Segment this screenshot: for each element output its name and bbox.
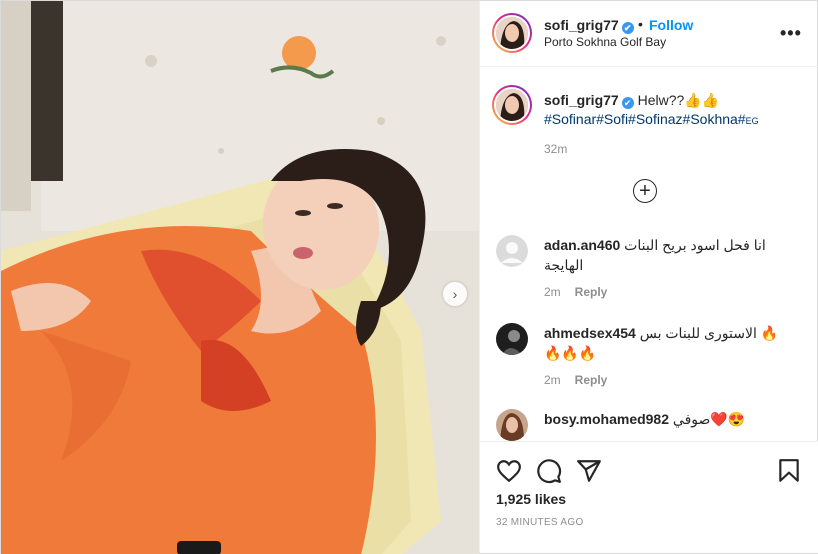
caption-text: sofi_grig77 ✔ Helw??👍👍 #Sofinar#Sofi#Sofi… [544,91,806,131]
comment-meta: 2m Reply [544,285,607,299]
avatar-image [496,89,528,121]
plus-circle-icon: + [639,180,651,202]
commenter-avatar[interactable] [496,409,528,441]
caption-hashtags[interactable]: #Sofinar#Sofi#Sofinaz#Sokhna# [544,111,746,127]
commenter-username[interactable]: adan.an460 [544,237,620,253]
comment-text: adan.an460 انا فحل اسود بريح البنات الها… [544,235,794,275]
chevron-right-icon: › [452,286,458,302]
caption-avatar[interactable] [492,85,532,125]
commenter-avatar[interactable] [496,235,528,267]
commenter-avatar[interactable] [496,323,528,355]
share-icon[interactable] [576,458,602,484]
comment-time: 2m [544,285,561,299]
post-container: › sofi_grig77 ✔ • Follow Porto Sokhna Gol… [0,0,818,554]
verified-badge-icon: ✔ [621,22,634,34]
post-photo[interactable]: › [1,1,479,554]
author-username[interactable]: sofi_grig77 ✔ [544,17,634,34]
post-timestamp[interactable]: 32 MINUTES AGO [496,517,584,528]
load-more-comments-button[interactable]: + [633,179,657,203]
avatar-image [496,409,528,441]
reply-button[interactable]: Reply [575,373,608,387]
author-username-text: sofi_grig77 [544,17,619,33]
comment-time: 2m [544,373,561,387]
avatar-image [496,323,528,355]
commenter-username[interactable]: bosy.mohamed982 [544,411,669,427]
comment-body: صوفي❤️😍 [672,411,746,427]
bookmark-icon[interactable] [776,458,802,484]
more-options-icon[interactable]: ••• [780,23,802,44]
country-flag: EG [745,116,759,126]
likes-count[interactable]: 1,925 likes [496,491,566,507]
post-actions: 1,925 likes 32 MINUTES AGO [480,441,818,553]
verified-badge-icon: ✔ [621,97,634,109]
follow-button[interactable]: Follow [649,17,693,33]
post-header: sofi_grig77 ✔ • Follow Porto Sokhna Golf … [480,1,818,67]
comment-text: bosy.mohamed982 صوفي❤️😍 [544,409,794,429]
commenter-username[interactable]: ahmedsex454 [544,325,636,341]
location-link[interactable]: Porto Sokhna Golf Bay [544,35,666,49]
photo-illustration [1,1,479,554]
reply-button[interactable]: Reply [575,285,608,299]
author-avatar[interactable] [492,13,532,53]
heart-icon[interactable] [496,458,522,484]
post-side-panel: sofi_grig77 ✔ • Follow Porto Sokhna Golf … [479,1,818,553]
next-image-button[interactable]: › [443,282,467,306]
caption-username[interactable]: sofi_grig77 [544,92,619,108]
caption-body: Helw??👍👍 [637,92,720,108]
header-separator: • [638,16,643,32]
comment-meta: 2m Reply [544,373,607,387]
avatar-image [496,17,528,49]
comment-icon[interactable] [536,458,562,484]
comment-text: ahmedsex454 الاستورى للبنات بس 🔥 🔥🔥🔥 [544,323,794,363]
default-avatar-icon [496,235,528,267]
caption-time: 32m [544,142,568,156]
